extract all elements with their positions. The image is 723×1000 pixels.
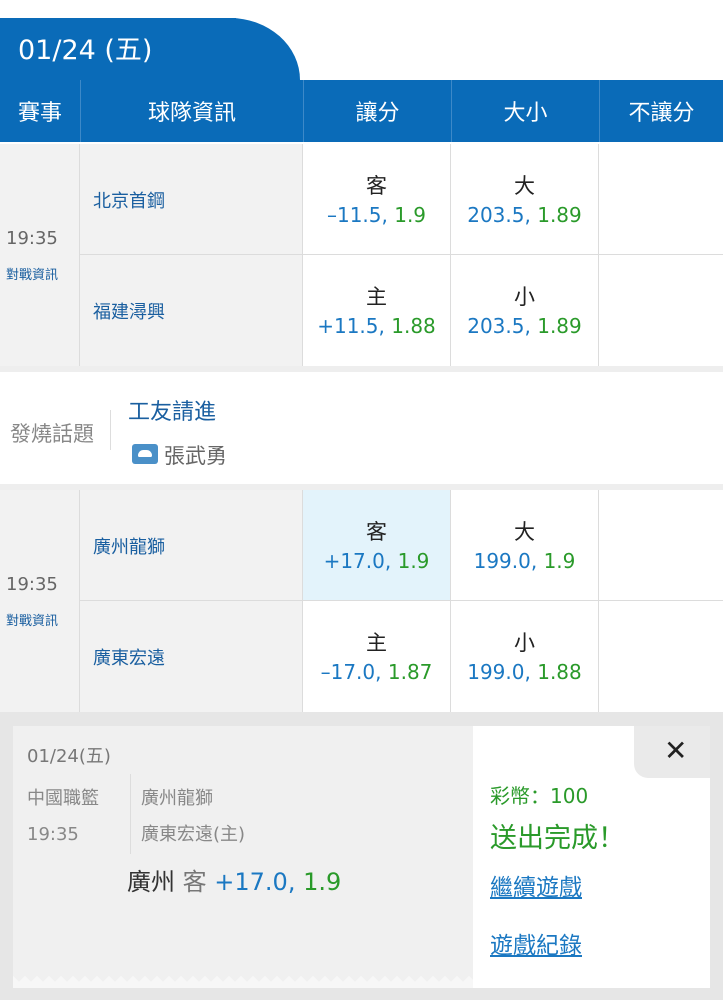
match-time: 19:35 (6, 228, 58, 249)
bet-line: +17.0, (214, 868, 296, 896)
bet-odds: 1.9 (303, 868, 342, 896)
bet-side: 客 (182, 868, 207, 896)
odds-label: 小 (514, 284, 535, 309)
bet-team: 廣州 (127, 868, 175, 896)
row-divider (80, 254, 723, 255)
ticket-league: 中國職籃 (27, 788, 99, 809)
header-handicap: 讓分 (303, 80, 451, 142)
odds-label: 主 (366, 630, 387, 655)
submit-success-message: 送出完成！ (490, 823, 625, 854)
continue-game-link[interactable]: 繼續遊戲 (490, 868, 582, 902)
odds-value: 199.0, 1.9 (474, 547, 576, 575)
ticket-team-away: 廣州龍獅 (141, 788, 213, 809)
bet-confirmation-popup: 01/24(五) 中國職籃 19:35 廣州龍獅 廣東宏遠(主) 廣州 客 +1… (13, 726, 710, 988)
odds-value: 199.0, 1.88 (467, 658, 582, 686)
ticket-zigzag-edge (13, 976, 473, 988)
odds-line: +17.0, (323, 548, 392, 573)
hot-topic-title[interactable]: 工友請進 (128, 394, 216, 426)
close-button[interactable]: ✕ (634, 726, 710, 778)
odds-line: +11.5, (317, 313, 385, 338)
odds-value: 203.5, 1.89 (467, 312, 582, 340)
h2h-link[interactable]: 對戰資訊 (6, 264, 58, 283)
odds-price: 1.88 (537, 659, 582, 684)
odds-value: –11.5, 1.9 (327, 201, 426, 229)
header-team-info: 球隊資訊 (80, 80, 303, 142)
header-event: 賽事 (17, 101, 62, 126)
hot-topic-author[interactable]: 張武勇 (164, 440, 227, 470)
home-team[interactable]: 廣東宏遠 (80, 601, 303, 712)
moneyline-home-odds[interactable] (599, 255, 723, 366)
date-tab-label: 01/24 (五) (18, 35, 153, 66)
odds-line: 199.0, (467, 659, 531, 684)
over-odds[interactable]: 大 199.0, 1.9 (451, 490, 599, 601)
home-team[interactable]: 福建潯興 (80, 255, 303, 366)
odds-price: 1.88 (391, 313, 436, 338)
header-moneyline: 不讓分 (599, 80, 723, 142)
odds-price: 1.9 (397, 548, 430, 573)
author-avatar-icon (132, 444, 158, 464)
moneyline-away-odds[interactable] (599, 144, 723, 255)
moneyline-home-odds[interactable] (599, 601, 723, 712)
hot-topic-label: 發燒話題 (10, 422, 94, 446)
header-over-under: 大小 (451, 80, 599, 142)
moneyline-away-odds[interactable] (599, 490, 723, 601)
odds-label: 客 (366, 519, 387, 544)
under-odds[interactable]: 小 199.0, 1.88 (451, 601, 599, 712)
match-info-cell: 19:35 對戰資訊 (0, 144, 80, 366)
odds-line: –11.5, (326, 202, 388, 227)
handicap-home-odds[interactable]: 主 –17.0, 1.87 (303, 601, 451, 712)
game-history-link[interactable]: 遊戲紀錄 (490, 926, 582, 960)
handicap-home-odds[interactable]: 主 +11.5, 1.88 (303, 255, 451, 366)
odds-label: 客 (366, 173, 387, 198)
odds-price: 1.9 (394, 202, 427, 227)
odds-price: 1.89 (537, 202, 582, 227)
under-odds[interactable]: 小 203.5, 1.89 (451, 255, 599, 366)
close-icon: ✕ (664, 734, 688, 767)
odds-price: 1.87 (387, 659, 433, 684)
ticket-date: 01/24(五) (27, 746, 111, 767)
odds-line: 203.5, (467, 313, 531, 338)
coins-balance: 彩幣：100 (490, 784, 589, 808)
odds-value: +11.5, 1.88 (317, 312, 436, 340)
h2h-link[interactable]: 對戰資訊 (6, 610, 58, 629)
match-row: 19:35 對戰資訊 北京首鋼 福建潯興 客 –11.5, 1.9 大 203.… (0, 144, 723, 366)
away-team[interactable]: 廣州龍獅 (80, 490, 303, 601)
date-bar: 01/24 (五) (0, 0, 723, 80)
ticket-team-home: 廣東宏遠(主) (141, 824, 246, 845)
bet-ticket: 01/24(五) 中國職籃 19:35 廣州龍獅 廣東宏遠(主) 廣州 客 +1… (13, 726, 473, 988)
odds-label: 主 (366, 284, 387, 309)
table-header: 賽事 球隊資訊 讓分 大小 不讓分 (0, 80, 723, 142)
odds-line: 199.0, (473, 548, 538, 573)
odds-label: 小 (514, 630, 535, 655)
odds-price: 1.89 (537, 313, 582, 338)
match-info-cell: 19:35 對戰資訊 (0, 490, 80, 712)
hot-topic-banner: 發燒話題 工友請進 張武勇 (0, 366, 723, 490)
odds-label: 大 (514, 519, 535, 544)
row-divider (80, 600, 723, 601)
odds-label: 大 (514, 173, 535, 198)
date-tab-curve (212, 18, 300, 80)
over-odds[interactable]: 大 203.5, 1.89 (451, 144, 599, 255)
divider (110, 410, 111, 450)
handicap-away-odds[interactable]: 客 +17.0, 1.9 (303, 490, 451, 601)
odds-price: 1.9 (543, 548, 576, 573)
odds-value: +17.0, 1.9 (324, 547, 430, 575)
handicap-away-odds[interactable]: 客 –11.5, 1.9 (303, 144, 451, 255)
odds-line: –17.0, (320, 659, 382, 684)
match-row: 19:35 對戰資訊 廣州龍獅 廣東宏遠 客 +17.0, 1.9 大 199.… (0, 490, 723, 712)
away-team[interactable]: 北京首鋼 (80, 144, 303, 255)
ticket-bet-summary: 廣州 客 +17.0, 1.9 (127, 862, 341, 897)
odds-line: 203.5, (467, 202, 531, 227)
odds-value: –17.0, 1.87 (321, 658, 433, 686)
ticket-time: 19:35 (27, 824, 79, 845)
match-time: 19:35 (6, 574, 58, 595)
odds-value: 203.5, 1.89 (467, 201, 582, 229)
divider (130, 774, 131, 854)
